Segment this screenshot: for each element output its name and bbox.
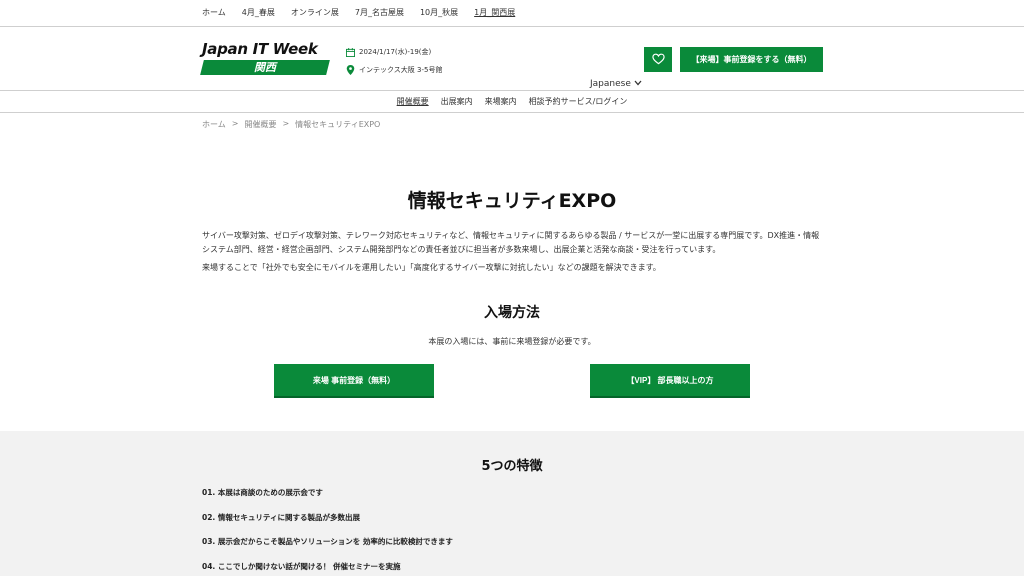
features-list: 01. 本展は商談のための展示会です 02. 情報セキュリティに関する製品が多数… [202, 487, 453, 576]
top-nav-items: ホーム 4月_春展 オンライン展 7月_名古屋展 10月_秋展 1月_関西展 [202, 7, 531, 19]
logo-title: Japan IT Week [202, 40, 318, 58]
topnav-online[interactable]: オンライン展 [291, 7, 339, 19]
subnav-exhibitor[interactable]: 出展案内 [441, 96, 473, 107]
feature-item[interactable]: 03. 展示会だからこそ製品やソリューションを 効率的に比較検討できます [202, 536, 453, 561]
chevron-down-icon [634, 79, 642, 89]
site-logo[interactable]: Japan IT Week 関西 [200, 40, 330, 77]
pre-register-button[interactable]: 来場 事前登録（無料） [274, 364, 434, 398]
visitor-register-button[interactable]: 【来場】事前登録をする（無料） [680, 47, 823, 72]
features-section: 5つの特徴 01. 本展は商談のための展示会です 02. 情報セキュリティに関す… [0, 431, 1024, 576]
top-nav: ホーム 4月_春展 オンライン展 7月_名古屋展 10月_秋展 1月_関西展 [0, 0, 1024, 27]
admission-title: 入場方法 [484, 305, 540, 321]
topnav-home[interactable]: ホーム [202, 7, 226, 19]
site-header: Japan IT Week 関西 2024/1/17(水)-19(金) インテッ… [0, 27, 1024, 91]
topnav-nagoya[interactable]: 7月_名古屋展 [355, 7, 404, 19]
feature-item[interactable]: 02. 情報セキュリティに関する製品が多数出展 [202, 512, 453, 537]
location-pin-icon [345, 65, 355, 75]
sub-nav: 開催概要 出展案内 来場案内 相談予約サービス/ログイン [0, 91, 1024, 113]
feature-item[interactable]: 01. 本展は商談のための展示会です [202, 487, 453, 512]
breadcrumb-home[interactable]: ホーム [202, 119, 226, 130]
calendar-icon [345, 47, 355, 57]
event-date: 2024/1/17(水)-19(金) [359, 48, 432, 56]
feature-item[interactable]: 04. ここでしか聞けない話が聞ける！ 併催セミナーを実施 [202, 561, 453, 576]
breadcrumb-overview[interactable]: 開催概要 [244, 119, 276, 130]
subnav-visitor[interactable]: 来場案内 [485, 96, 517, 107]
page-title: 情報セキュリティEXPO [407, 190, 617, 212]
language-selector[interactable]: Japanese [590, 79, 642, 89]
page-description-2: 来場することで「社外でも安全にモバイルを運用したい」「高度化するサイバー攻撃に対… [202, 263, 661, 272]
admission-description: 本展の入場には、事前に来場登録が必要です。 [428, 337, 596, 346]
vip-register-button[interactable]: 【VIP】 部長職以上の方 [590, 364, 750, 398]
breadcrumb: ホーム > 開催概要 > 情報セキュリティEXPO [202, 119, 380, 130]
breadcrumb-separator: > [282, 119, 290, 128]
page-description: サイバー攻撃対策、ゼロデイ攻撃対策、テレワーク対応セキュリティなど、情報セキュリ… [202, 231, 820, 254]
topnav-autumn[interactable]: 10月_秋展 [420, 7, 458, 19]
topnav-kansai[interactable]: 1月_関西展 [474, 7, 515, 19]
event-venue-row: インテックス大阪 3-5号館 [345, 64, 442, 76]
event-date-row: 2024/1/17(水)-19(金) [345, 46, 442, 58]
language-label: Japanese [590, 79, 631, 89]
breadcrumb-separator: > [231, 119, 239, 128]
event-venue: インテックス大阪 3-5号館 [359, 66, 443, 74]
heart-icon [651, 50, 665, 69]
breadcrumb-current: 情報セキュリティEXPO [295, 120, 381, 129]
features-title: 5つの特徴 [481, 459, 543, 474]
favorite-button[interactable] [644, 47, 672, 72]
event-info: 2024/1/17(水)-19(金) インテックス大阪 3-5号館 [345, 46, 442, 82]
subnav-overview[interactable]: 開催概要 [397, 96, 429, 107]
topnav-spring[interactable]: 4月_春展 [242, 7, 275, 19]
logo-subtitle: 関西 [254, 61, 276, 74]
subnav-consult-login[interactable]: 相談予約サービス/ログイン [529, 96, 628, 107]
